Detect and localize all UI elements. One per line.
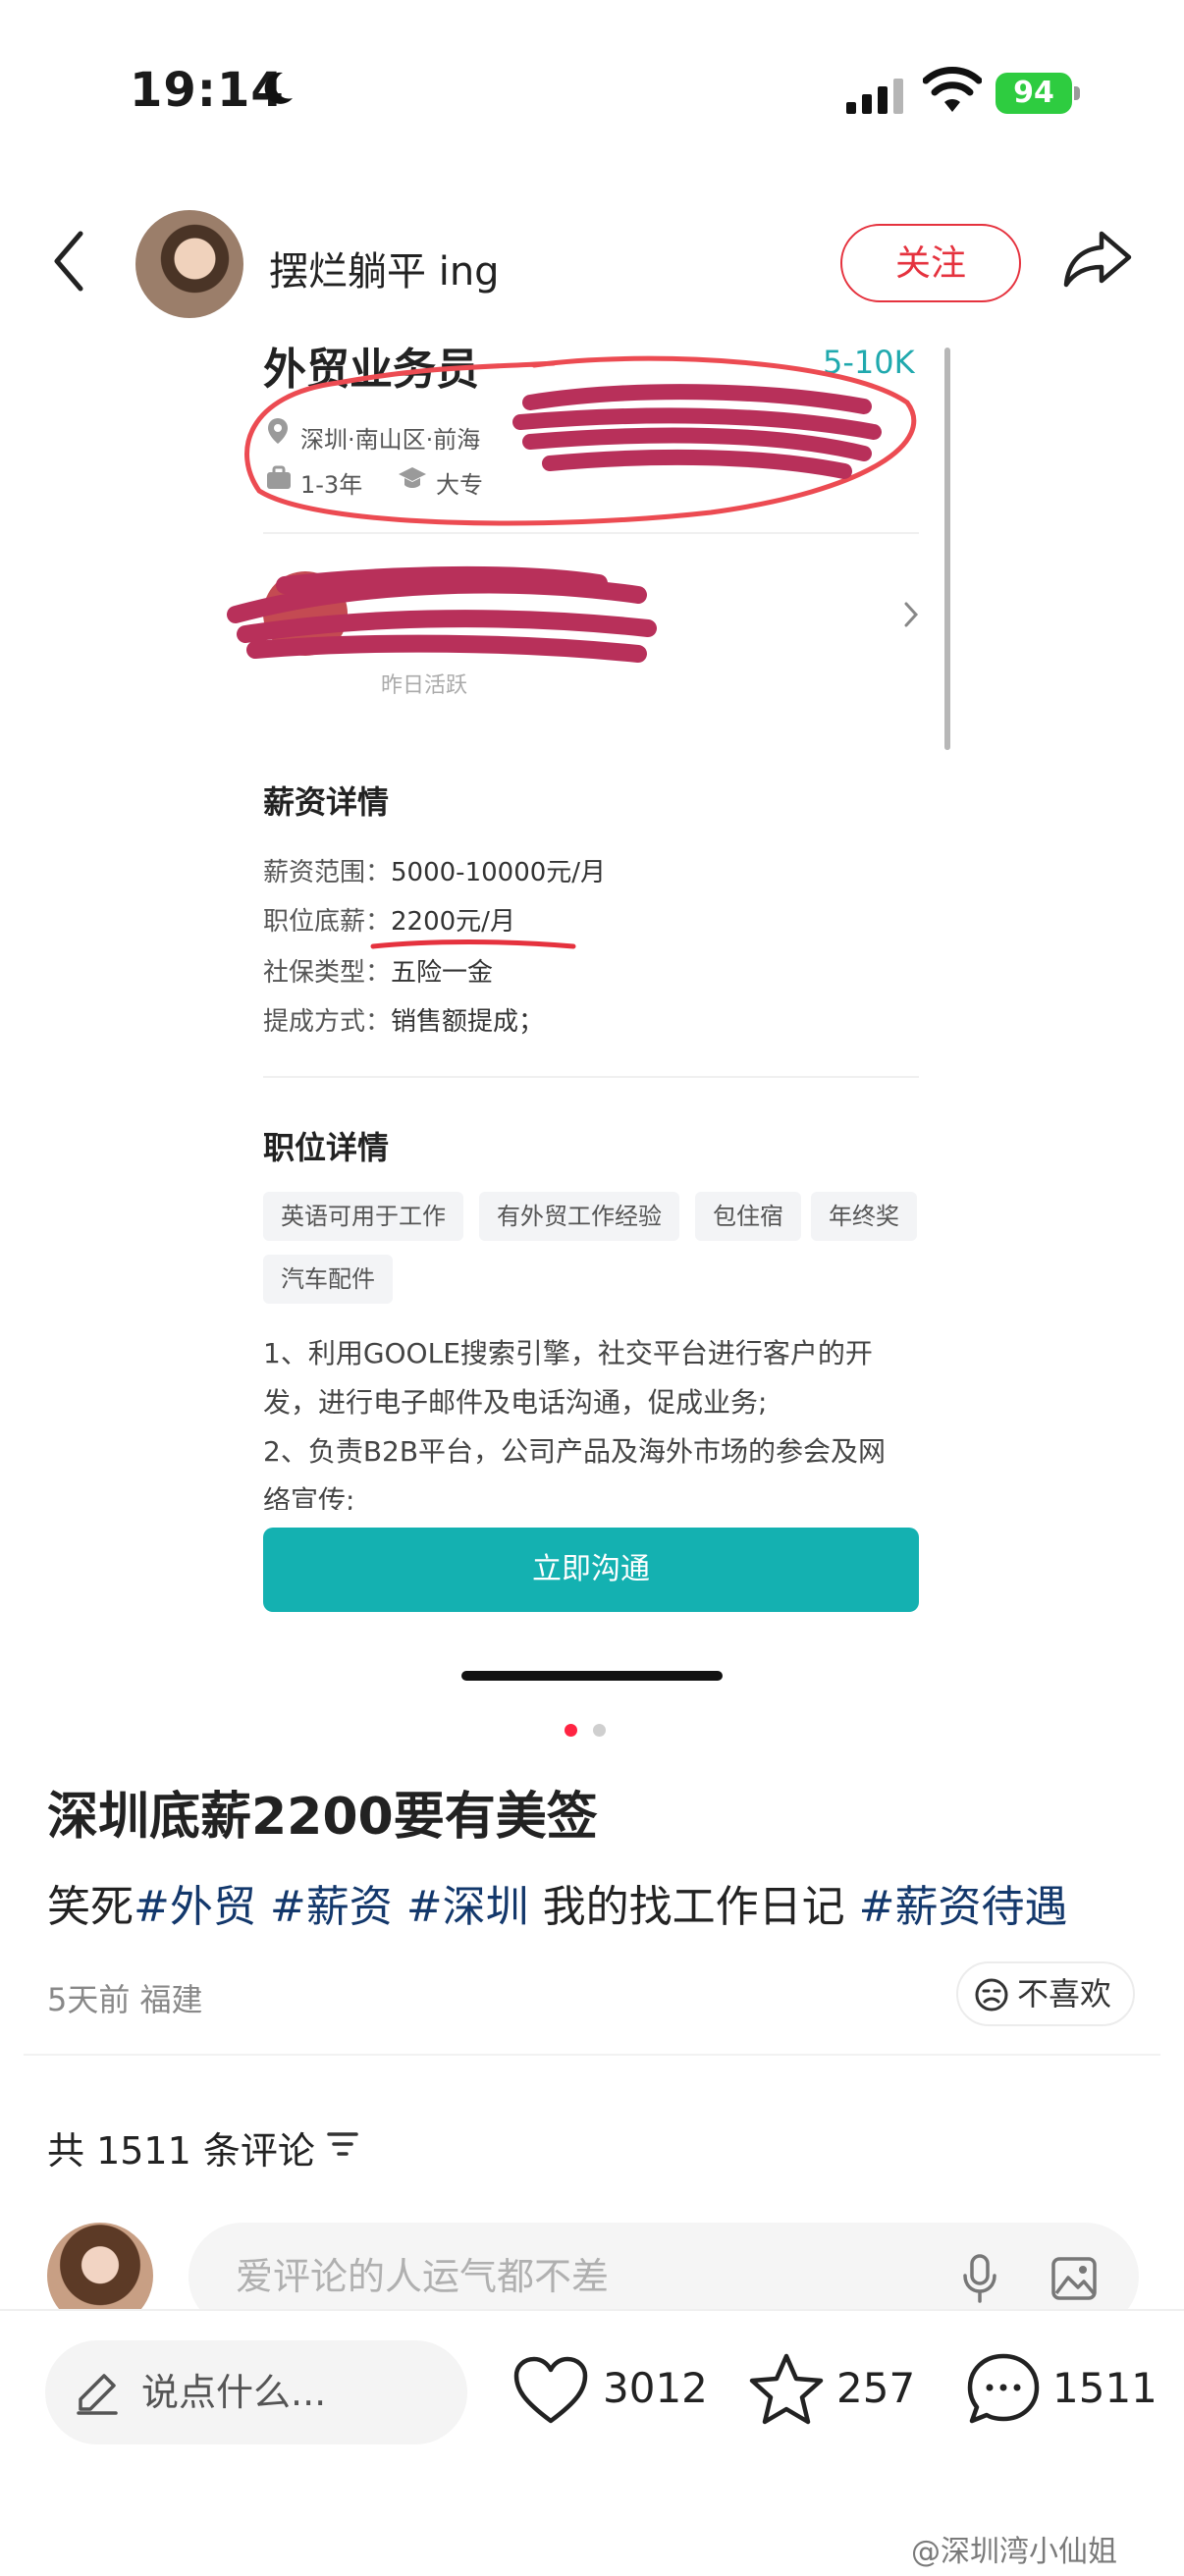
row-label: 提成方式： xyxy=(263,1007,392,1037)
scrollbar[interactable] xyxy=(944,348,950,750)
comment-count: 共 1511 条评论 xyxy=(47,2120,315,2174)
share-icon[interactable] xyxy=(1062,228,1133,291)
job-tag: 汽车配件 xyxy=(263,1255,393,1304)
divider xyxy=(263,1076,919,1078)
microphone-icon[interactable] xyxy=(960,2254,999,2303)
row-label: 职位底薪： xyxy=(263,907,392,937)
job-detail-heading: 职位详情 xyxy=(263,1129,390,1166)
favorite-count[interactable]: 257 xyxy=(836,2364,915,2412)
row-value: 5000-10000元/月 xyxy=(391,858,607,887)
redaction-scribble xyxy=(512,384,882,479)
hashtag-link[interactable]: #深圳 xyxy=(406,1882,529,1932)
salary-section-heading: 薪资详情 xyxy=(263,783,390,821)
description-line: 发，进行电子邮件及电话沟通，促成业务; xyxy=(263,1386,768,1419)
follow-button[interactable]: 关注 xyxy=(840,224,1021,302)
chat-now-button[interactable]: 立即沟通 xyxy=(263,1528,919,1612)
row-label: 社保类型： xyxy=(263,958,392,988)
author-name[interactable]: 摆烂躺平 ing xyxy=(269,240,500,296)
back-arrow-icon[interactable] xyxy=(51,230,86,293)
job-tag: 有外贸工作经验 xyxy=(479,1192,679,1241)
description-line: 2、负责B2B平台，公司产品及海外市场的参会及网 xyxy=(263,1435,887,1468)
sort-icon[interactable] xyxy=(326,2128,359,2160)
job-tag: 英语可用于工作 xyxy=(263,1192,463,1241)
job-tag: 年终奖 xyxy=(811,1192,917,1241)
battery-indicator: 94 xyxy=(996,73,1072,114)
job-tag: 包住宿 xyxy=(695,1192,801,1241)
recruiter-redaction-scribble xyxy=(227,565,657,663)
description-line: 1、利用GOOLE搜索引擎，社交平台进行客户的开 xyxy=(263,1337,873,1369)
post-text: 我的找工作日记 xyxy=(542,1882,845,1932)
insurance-row: 社保类型：五险一金 xyxy=(263,952,493,989)
post-meta: 5天前 福建 xyxy=(47,1981,203,2018)
do-not-disturb-icon xyxy=(264,72,293,104)
carousel-dot[interactable] xyxy=(593,1724,606,1737)
base-salary-row: 职位底薪：2200元/月 xyxy=(263,901,515,938)
image-icon[interactable] xyxy=(1050,2256,1098,2301)
hashtag-link[interactable]: #外贸 xyxy=(134,1882,256,1932)
wifi-icon xyxy=(923,67,982,112)
commission-row: 提成方式：销售额提成； xyxy=(263,1001,544,1038)
comment-total[interactable]: 1511 xyxy=(1052,2364,1157,2412)
watermark: @深圳湾小仙姐 xyxy=(911,2535,1117,2569)
unhappy-face-icon xyxy=(975,1978,1008,2012)
cellular-signal-icon xyxy=(846,79,903,114)
home-indicator xyxy=(461,1671,723,1681)
row-value: 2200元/月 xyxy=(391,907,515,937)
description-line: 络宣传; xyxy=(263,1484,355,1510)
carousel-dot-active[interactable] xyxy=(565,1724,577,1737)
chevron-right-icon[interactable] xyxy=(903,601,919,628)
author-avatar[interactable] xyxy=(135,210,243,318)
dislike-button[interactable]: 不喜欢 xyxy=(956,1961,1135,2026)
star-icon[interactable] xyxy=(748,2352,825,2427)
post-body: 笑死#外贸 #薪资 #深圳 我的找工作日记 #薪资待遇 xyxy=(47,1871,1068,1934)
comment-bubble-icon[interactable] xyxy=(966,2352,1041,2427)
job-description: 1、利用GOOLE搜索引擎，社交平台进行客户的开 发，进行电子邮件及电话沟通，促… xyxy=(263,1329,911,1510)
hashtag-link[interactable]: #薪资待遇 xyxy=(859,1882,1068,1932)
section-separator xyxy=(24,2054,1160,2056)
recruiter-status: 昨日活跃 xyxy=(381,673,468,698)
pencil-icon xyxy=(77,2374,118,2415)
dislike-label: 不喜欢 xyxy=(1017,1975,1112,2012)
battery-nub xyxy=(1074,86,1080,100)
comment-count-label: 共 1511 条评论 xyxy=(47,2129,315,2173)
salary-range-row: 薪资范围：5000-10000元/月 xyxy=(263,852,606,888)
row-label: 薪资范围： xyxy=(263,858,392,887)
like-count[interactable]: 3012 xyxy=(603,2364,708,2412)
row-value: 五险一金 xyxy=(391,958,494,988)
divider xyxy=(263,532,919,534)
row-value: 销售额提成； xyxy=(391,1007,545,1037)
heart-icon[interactable] xyxy=(512,2356,589,2425)
hashtag-link[interactable]: #薪资 xyxy=(270,1882,393,1932)
post-text: 笑死 xyxy=(47,1882,134,1932)
post-title: 深圳底薪2200要有美签 xyxy=(47,1788,598,1847)
